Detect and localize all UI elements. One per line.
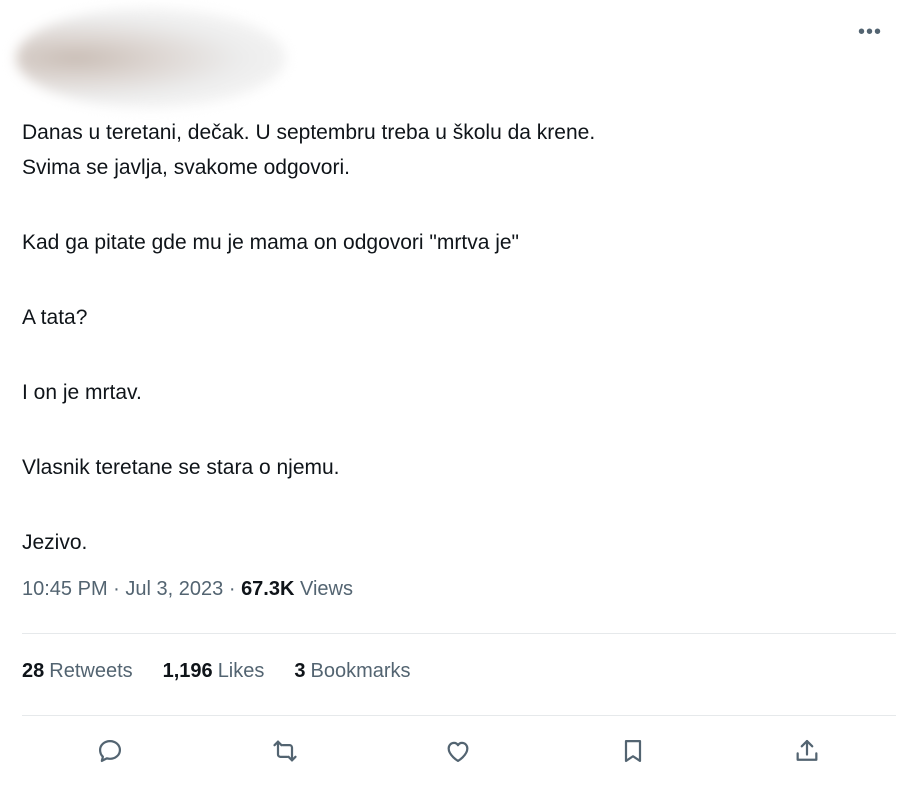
divider (22, 633, 896, 634)
like-button[interactable] (441, 734, 475, 768)
retweet-icon (273, 740, 297, 762)
bookmarks-stat[interactable]: 3 Bookmarks (294, 660, 410, 683)
bookmark-icon (624, 739, 642, 763)
tweet-line: Danas u teretani, dečak. U septembru tre… (22, 121, 596, 144)
meta-separator: · (228, 578, 236, 600)
retweets-stat[interactable]: 28 Retweets (22, 660, 133, 683)
tweet-line: A tata? (22, 306, 88, 329)
tweet-line: Vlasnik teretane se stara o njemu. (22, 456, 340, 479)
divider (22, 715, 896, 716)
tweet-line: Svima se javlja, svakome odgovori. (22, 156, 350, 179)
bookmarks-label: Bookmarks (310, 660, 411, 682)
heart-icon (447, 741, 469, 763)
likes-count: 1,196 (162, 660, 213, 682)
views-count: 67.3K (241, 578, 295, 600)
retweet-button[interactable] (268, 734, 302, 768)
likes-label: Likes (217, 660, 265, 682)
tweet-stats: 28 Retweets 1,196 Likes 3 Bookmarks (22, 660, 411, 683)
more-icon: ••• (857, 20, 882, 43)
tweet-line: I on je mrtav. (22, 381, 142, 404)
likes-stat[interactable]: 1,196 Likes (163, 660, 265, 683)
more-options-button[interactable]: ••• (852, 18, 888, 46)
tweet-line: Jezivo. (22, 531, 88, 554)
retweets-label: Retweets (49, 660, 133, 682)
meta-separator: · (113, 578, 120, 600)
reply-button[interactable] (93, 734, 127, 768)
tweet-header: ••• (0, 0, 900, 110)
tweet-text: Danas u teretani, dečak. U septembru tre… (22, 115, 882, 560)
tweet-actions (0, 730, 900, 776)
views-label: Views (300, 578, 353, 600)
tweet-line: Kad ga pitate gde mu je mama on odgovori… (22, 231, 520, 254)
share-icon (796, 739, 818, 761)
reply-icon (98, 739, 122, 763)
retweets-count: 28 (22, 660, 45, 682)
bookmarks-count: 3 (294, 660, 306, 682)
tweet-date[interactable]: Jul 3, 2023 (125, 578, 223, 600)
blurred-author-info (16, 8, 286, 108)
share-button[interactable] (790, 734, 824, 768)
bookmark-button[interactable] (616, 734, 650, 768)
tweet-meta: 10:45 PM · Jul 3, 2023 · 67.3K Views (22, 578, 353, 601)
tweet-time[interactable]: 10:45 PM (22, 578, 108, 600)
